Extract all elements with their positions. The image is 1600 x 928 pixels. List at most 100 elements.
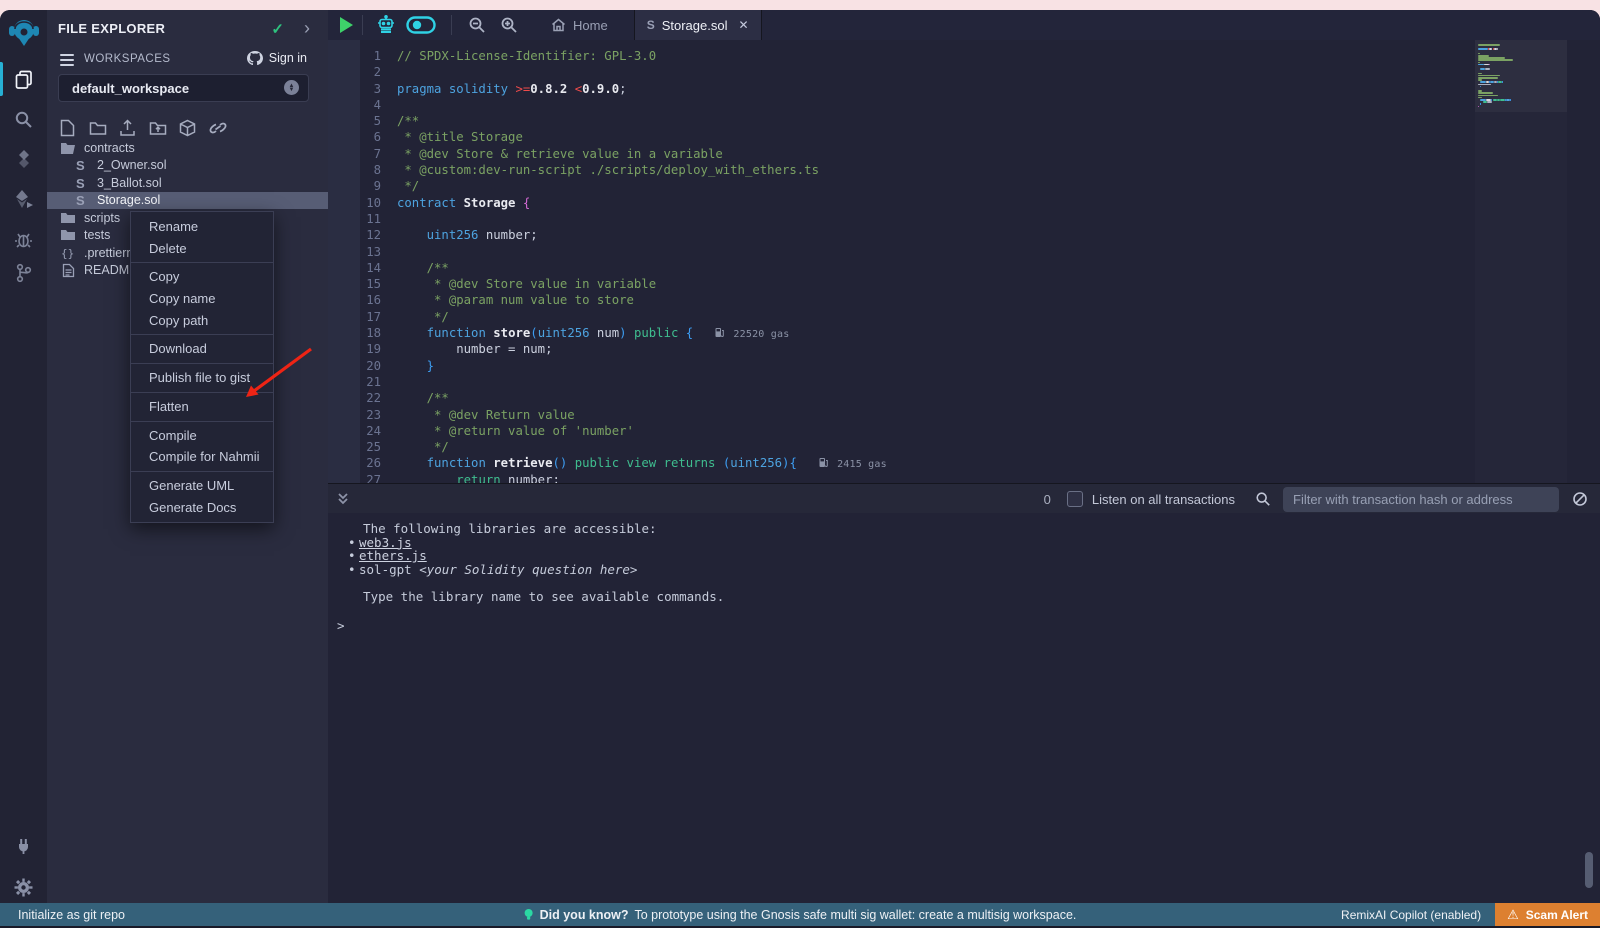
menu-item-generate-docs[interactable]: Generate Docs (131, 497, 273, 519)
menu-item-copy-name[interactable]: Copy name (131, 288, 273, 310)
line-number: 20 (328, 358, 381, 374)
deploy-run-icon[interactable] (0, 182, 47, 216)
zoom-in-icon[interactable] (500, 16, 518, 34)
minimap-line (1485, 68, 1490, 70)
solidity-file-icon: S (647, 18, 655, 32)
code-line: 16 * @param num value to store (328, 292, 1600, 308)
file-icon (60, 262, 76, 278)
tab-home[interactable]: Home (539, 10, 620, 40)
code-line: 10contract Storage { (328, 195, 1600, 211)
menu-item-download[interactable]: Download (131, 338, 273, 360)
panel-title: FILE EXPLORER (58, 21, 165, 36)
workspace-select[interactable]: default_workspace ▲▼ (58, 74, 309, 102)
ai-robot-icon[interactable] (376, 15, 396, 35)
line-number: 12 (328, 227, 381, 243)
zoom-out-icon[interactable] (468, 16, 486, 34)
import-link-icon[interactable] (208, 118, 227, 137)
workspaces-menu-icon[interactable] (60, 54, 74, 69)
tab-close-icon[interactable]: ✕ (738, 18, 748, 32)
terminal-expand-icon[interactable] (336, 491, 350, 507)
minimap-line (1478, 62, 1480, 64)
transaction-count: 0 (1044, 492, 1051, 507)
solidity-compiler-icon[interactable] (0, 142, 47, 176)
settings-gear-icon[interactable] (0, 870, 47, 904)
workspaces-label: WORKSPACES (84, 53, 171, 65)
upload-file-icon[interactable] (118, 118, 137, 137)
braces-icon: {} (60, 245, 76, 261)
new-folder-icon[interactable] (88, 118, 107, 137)
code-lines: 1// SPDX-License-Identifier: GPL-3.023pr… (328, 48, 1600, 521)
sol-icon: S (73, 157, 89, 173)
menu-item-rename[interactable]: Rename (131, 216, 273, 238)
tree-item-contracts[interactable]: contracts (47, 139, 328, 157)
copilot-toggle[interactable] (406, 16, 436, 34)
transaction-filter-input[interactable] (1283, 487, 1559, 512)
menu-item-compile-for-nahmii[interactable]: Compile for Nahmii (131, 446, 273, 468)
github-icon (247, 51, 263, 65)
line-number: 25 (328, 439, 381, 455)
line-number: 1 (328, 48, 381, 64)
lightbulb-icon (524, 908, 534, 922)
tree-item-3-ballot-sol[interactable]: S3_Ballot.sol (47, 174, 328, 192)
listen-checkbox[interactable] (1067, 491, 1083, 507)
run-script-button[interactable] (340, 17, 353, 33)
chevron-right-icon[interactable]: › (304, 18, 310, 39)
terminal-text: Type the library name to see available c… (348, 589, 724, 604)
remix-logo-icon[interactable] (0, 14, 47, 52)
tree-item-2-owner-sol[interactable]: S2_Owner.sol (47, 157, 328, 175)
menu-item-publish-file-to-gist[interactable]: Publish file to gist (131, 367, 273, 389)
did-you-know-hint: Did you know? To prototype using the Gno… (524, 908, 1077, 922)
terminal-text: <your Solidity question here> (419, 562, 637, 577)
upload-folder-icon[interactable] (148, 118, 167, 137)
line-number: 15 (328, 276, 381, 292)
github-signin-button[interactable]: Sign in (247, 51, 307, 65)
code-line: 21 (328, 374, 1600, 390)
terminal-line: •sol-gpt <your Solidity question here> (328, 563, 1600, 577)
debugger-icon[interactable] (0, 222, 47, 256)
code-line: 23 * @dev Return value (328, 407, 1600, 423)
terminal-prompt[interactable]: > (328, 618, 1600, 633)
menu-item-copy-path[interactable]: Copy path (131, 310, 273, 332)
new-file-icon[interactable] (58, 118, 77, 137)
search-icon[interactable] (0, 102, 47, 136)
code-line: 7 * @dev Store & retrieve value in a var… (328, 146, 1600, 162)
file-explorer-icon[interactable] (0, 62, 47, 96)
menu-item-delete[interactable]: Delete (131, 238, 273, 260)
svg-text:S: S (76, 193, 85, 207)
home-icon (551, 18, 566, 32)
load-box-icon[interactable] (178, 118, 197, 137)
terminal-search-icon[interactable] (1255, 491, 1271, 507)
terminal-scrollbar[interactable] (1585, 852, 1593, 888)
git-init-button[interactable]: Initialize as git repo (18, 908, 125, 922)
tab-storage-sol[interactable]: S Storage.sol ✕ (634, 10, 762, 40)
line-number: 2 (328, 64, 381, 80)
tree-item-storage-sol[interactable]: SStorage.sol (47, 192, 328, 210)
menu-item-generate-uml[interactable]: Generate UML (131, 475, 273, 497)
tree-item-label: tests (84, 228, 110, 242)
code-line: 15 * @dev Store value in variable (328, 276, 1600, 292)
terminal-line: •ethers.js (328, 549, 1600, 563)
code-line: 9 */ (328, 178, 1600, 194)
line-number: 18 (328, 325, 381, 341)
menu-item-compile[interactable]: Compile (131, 425, 273, 447)
clear-console-icon[interactable] (1572, 491, 1588, 507)
terminal-line (328, 576, 1600, 590)
scam-alert-button[interactable]: ⚠ Scam Alert (1495, 903, 1600, 926)
terminal-output[interactable]: The following libraries are accessible:•… (328, 513, 1600, 903)
menu-item-copy[interactable]: Copy (131, 266, 273, 288)
copilot-status[interactable]: RemixAI Copilot (enabled) (1341, 908, 1481, 922)
minimap-line (1478, 92, 1493, 94)
menu-item-flatten[interactable]: Flatten (131, 396, 273, 418)
code-line: 14 /** (328, 260, 1600, 276)
tree-item-label: 3_Ballot.sol (97, 176, 162, 190)
git-icon[interactable] (0, 256, 47, 290)
plugin-manager-icon[interactable] (0, 828, 47, 862)
main-area: Home S Storage.sol ✕ 1// SPDX-License-Id… (328, 10, 1600, 903)
code-line: 17 */ (328, 309, 1600, 325)
code-line: 26 function retrieve() public view retur… (328, 455, 1600, 471)
tree-item-label: .prettierrc (84, 246, 137, 260)
line-number: 19 (328, 341, 381, 357)
line-number: 10 (328, 195, 381, 211)
line-number: 6 (328, 129, 381, 145)
folder-icon (60, 210, 76, 226)
